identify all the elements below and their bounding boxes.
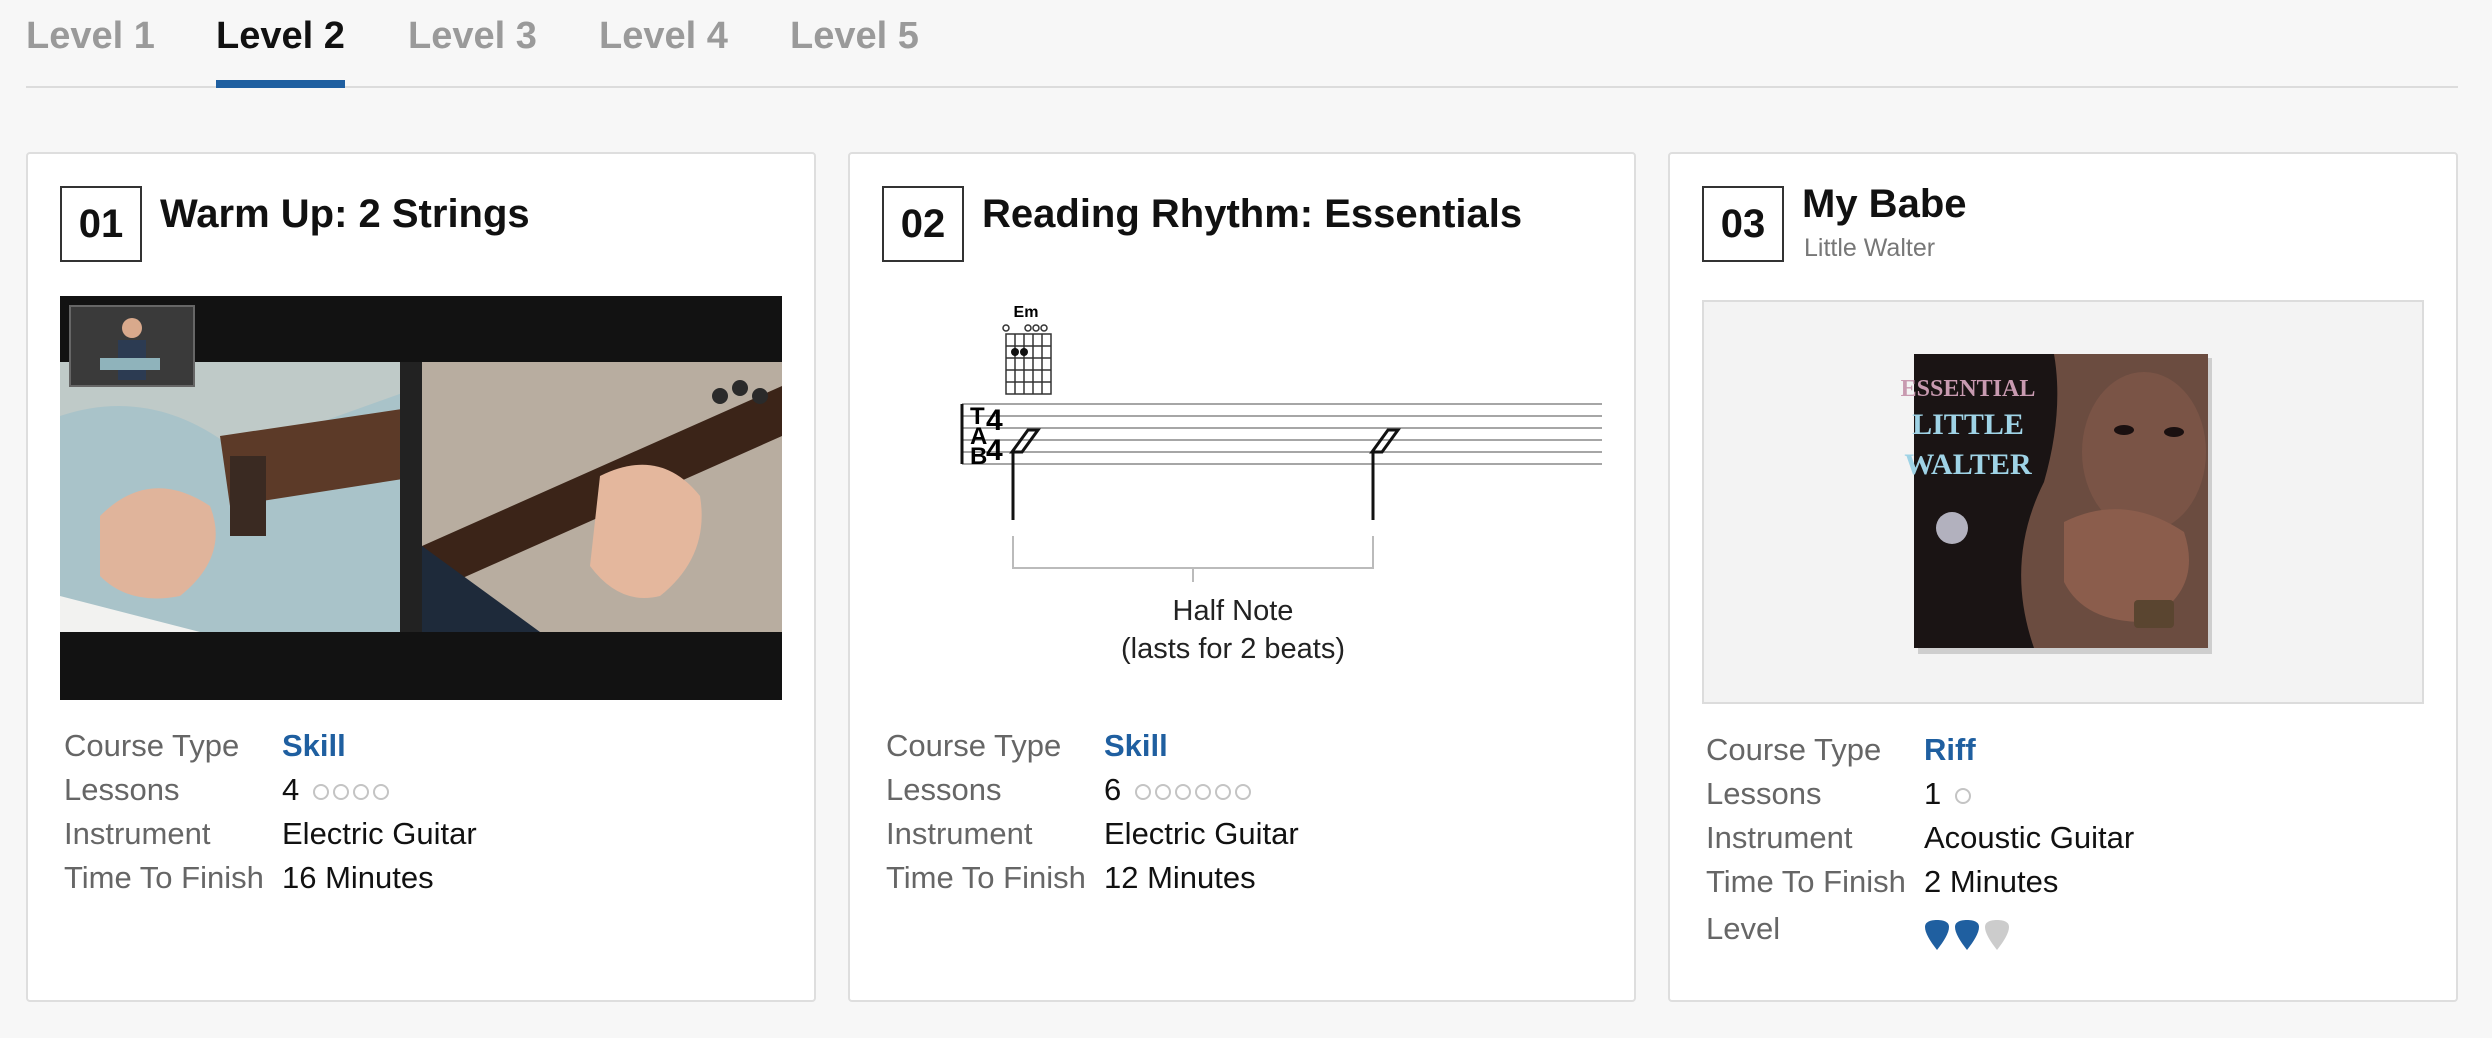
circle-outline-icon [1235, 783, 1252, 800]
lesson-dots [313, 772, 393, 808]
album-title-line2: LITTLE [1912, 408, 2024, 441]
instrument-label: Instrument [64, 816, 211, 851]
circle-outline-icon [1195, 783, 1212, 800]
circle-outline-icon [313, 783, 330, 800]
tab-letter-b: B [970, 443, 987, 470]
time-signature-top: 4 [986, 404, 1003, 437]
time-to-finish-label: Time To Finish [1706, 864, 1906, 899]
guitar-pick-icon [1985, 919, 2009, 950]
chord-name: Em [1014, 304, 1039, 321]
level-rating [1924, 908, 2014, 958]
tab-level-4[interactable]: Level 4 [599, 10, 728, 86]
course-title[interactable]: My Babe [1802, 182, 1967, 227]
time-to-finish-value: 16 Minutes [282, 860, 434, 895]
course-card[interactable]: 02 Reading Rhythm: Essentials Em T A B 4… [848, 152, 1636, 1002]
course-number: 01 [60, 186, 142, 262]
course-type-link[interactable]: Riff [1924, 732, 1976, 768]
course-number: 03 [1702, 186, 1784, 262]
lessons-value: 6 [1104, 772, 1255, 808]
note-caption-line1: Half Note [1173, 595, 1294, 627]
tab-level-3[interactable]: Level 3 [408, 10, 537, 86]
album-title-line3: WALTER [1904, 448, 2032, 481]
level-label: Level [1706, 911, 1781, 946]
chord-diagram-icon [1002, 324, 1052, 395]
guitar-pick-icon [1955, 919, 1979, 950]
circle-outline-icon [1175, 783, 1192, 800]
circle-outline-icon [373, 783, 390, 800]
artist-name: Little Walter [1804, 234, 1936, 262]
course-type-label: Course Type [886, 728, 1062, 763]
guitar-pick-icon [1925, 919, 1949, 950]
half-note-icon [1369, 428, 1401, 454]
course-title[interactable]: Reading Rhythm: Essentials [982, 192, 1522, 237]
time-to-finish-label: Time To Finish [64, 860, 264, 895]
lessons-label: Lessons [886, 772, 1002, 807]
course-number: 02 [882, 186, 964, 262]
lessons-label: Lessons [1706, 776, 1822, 811]
time-to-finish-value: 12 Minutes [1104, 860, 1256, 895]
course-title[interactable]: Warm Up: 2 Strings [160, 192, 530, 237]
circle-outline-icon [333, 783, 350, 800]
circle-outline-icon [1135, 783, 1152, 800]
course-type-label: Course Type [64, 728, 240, 763]
lessons-value: 4 [282, 772, 393, 808]
course-type-link[interactable]: Skill [282, 728, 346, 764]
lesson-dots [1135, 772, 1255, 808]
circle-outline-icon [1955, 787, 1972, 804]
tab-notation-image: Em T A B 4 4 Half Note (lasts for 2 beat… [960, 304, 1602, 665]
album-cover-image: ESSENTIAL LITTLE WALTER [1901, 354, 2212, 654]
video-thumbnail[interactable] [60, 296, 782, 700]
circle-outline-icon [1155, 783, 1172, 800]
level-tabs: Level 1 Level 2 Level 3 Level 4 Level 5 [26, 0, 2458, 88]
half-note-icon [1009, 428, 1041, 454]
instrument-value: Electric Guitar [282, 816, 477, 851]
instrument-label: Instrument [1706, 820, 1853, 855]
guitar-lesson-video-image [60, 296, 782, 700]
lessons-value: 1 [1924, 776, 1975, 812]
rhythm-notation: Em T A B 4 4 Half Note (lasts for 2 beat… [882, 296, 1604, 700]
tab-level-1[interactable]: Level 1 [26, 10, 155, 86]
circle-outline-icon [1215, 783, 1232, 800]
course-card[interactable]: 01 Warm Up: 2 Strings Course Type Skill … [26, 152, 816, 1002]
album-art-frame[interactable]: ESSENTIAL LITTLE WALTER [1702, 300, 2424, 704]
note-caption-line2: (lasts for 2 beats) [1121, 633, 1345, 665]
album-title-line1: ESSENTIAL [1901, 376, 2036, 402]
course-card[interactable]: 03 My Babe Little Walter ESSENTIAL LITTL… [1668, 152, 2458, 1002]
tab-level-2[interactable]: Level 2 [216, 10, 345, 88]
circle-outline-icon [353, 783, 370, 800]
lesson-dots [1955, 776, 1975, 812]
instrument-value: Electric Guitar [1104, 816, 1299, 851]
time-to-finish-label: Time To Finish [886, 860, 1086, 895]
instrument-label: Instrument [886, 816, 1033, 851]
instrument-value: Acoustic Guitar [1924, 820, 2135, 855]
time-signature-bottom: 4 [986, 434, 1003, 467]
lessons-label: Lessons [64, 772, 180, 807]
course-type-link[interactable]: Skill [1104, 728, 1168, 764]
time-to-finish-value: 2 Minutes [1924, 864, 2059, 899]
course-type-label: Course Type [1706, 732, 1882, 767]
tab-level-5[interactable]: Level 5 [790, 10, 919, 86]
